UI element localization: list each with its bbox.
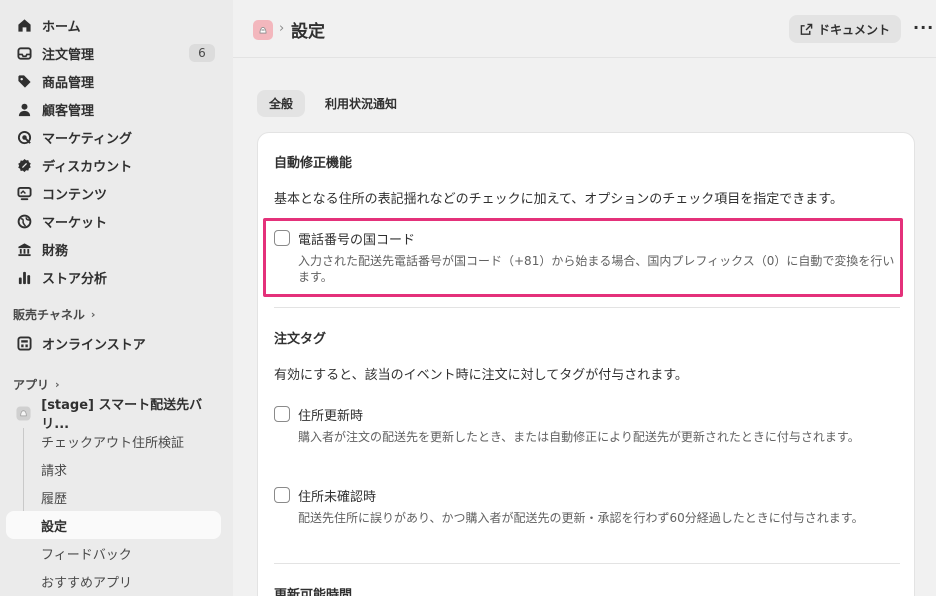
- nav-label: オンラインストア: [42, 337, 146, 353]
- bar-chart-icon: [16, 269, 32, 285]
- nav-label: 財務: [42, 243, 69, 259]
- nav-label: ディスカウント: [42, 159, 133, 175]
- nav-label: コンテンツ: [42, 187, 108, 203]
- external-link-icon: [800, 23, 813, 35]
- address-updated-label: 住所更新時: [298, 409, 364, 424]
- sub-item-label: チェックアウト住所検証: [41, 435, 185, 451]
- nav-label: 注文管理: [42, 47, 95, 63]
- annotation-highlight-box: [263, 218, 903, 297]
- address-unconfirmed-help: 配送先住所に誤りがあり、かつ購入者が配送先の更新・承認を行わず60分経過したとき…: [298, 511, 864, 525]
- more-actions-button[interactable]: ···: [913, 18, 934, 37]
- nav-item-home[interactable]: ホーム: [6, 11, 221, 39]
- orders-count-badge: 6: [189, 44, 215, 62]
- tag-icon: [16, 73, 32, 89]
- address-updated-help: 購入者が注文の配送先を更新したとき、または自動修正により配送先が更新されたときに…: [298, 430, 860, 444]
- nav-item-analytics[interactable]: ストア分析: [6, 263, 221, 291]
- tab-general[interactable]: 全般: [257, 90, 306, 117]
- nav-label: ホーム: [42, 19, 81, 35]
- nav-item-online-store[interactable]: オンラインストア: [6, 329, 221, 357]
- sales-channels-heading[interactable]: 販売チャネル ›: [13, 306, 95, 323]
- sub-item-settings[interactable]: 設定: [6, 511, 221, 539]
- sub-item-label: 請求: [41, 463, 68, 479]
- home-icon: [16, 17, 32, 33]
- sub-item-feedback[interactable]: フィードバック: [6, 539, 221, 567]
- sub-item-label: 設定: [41, 519, 68, 535]
- section-divider: [274, 307, 900, 308]
- chevron-right-icon: ›: [55, 378, 60, 391]
- nav-item-products[interactable]: 商品管理: [6, 67, 221, 95]
- apps-heading[interactable]: アプリ ›: [13, 376, 60, 393]
- sub-item-label: フィードバック: [41, 547, 132, 563]
- sub-item-recommended-apps[interactable]: おすすめアプリ: [6, 567, 221, 595]
- nav-item-markets[interactable]: マーケット: [6, 207, 221, 235]
- app-logo-icon: [16, 405, 31, 421]
- sub-item-billing[interactable]: 請求: [6, 455, 221, 483]
- store-icon: [16, 335, 32, 351]
- sidebar: ホーム 注文管理 6 商品管理 顧客管理 マーケティング ディスカウント コンテ…: [0, 0, 233, 596]
- breadcrumb-separator: ›: [279, 21, 285, 36]
- target-icon: [16, 129, 32, 145]
- globe-icon: [16, 213, 32, 229]
- tab-usage-notifications[interactable]: 利用状況通知: [313, 90, 409, 117]
- nav-label: ストア分析: [42, 271, 108, 287]
- app-logo-icon[interactable]: [253, 20, 273, 40]
- address-unconfirmed-checkbox[interactable]: [274, 487, 290, 503]
- chevron-right-icon: ›: [90, 308, 96, 321]
- address-unconfirmed-label: 住所未確認時: [298, 490, 377, 505]
- page-header: › 設定 ドキュメント ···: [233, 0, 936, 58]
- auto-fix-description: 基本となる住所の表記揺れなどのチェックに加えて、オプションのチェック項目を指定で…: [274, 192, 844, 207]
- nav-label: 商品管理: [42, 75, 95, 91]
- discount-icon: [16, 157, 32, 173]
- apps-label: アプリ: [13, 378, 50, 392]
- tab-label: 全般: [269, 97, 294, 111]
- person-icon: [16, 101, 32, 117]
- section-divider: [274, 563, 900, 564]
- nav-item-finance[interactable]: 財務: [6, 235, 221, 263]
- bank-icon: [16, 241, 32, 257]
- page-title: 設定: [291, 22, 325, 42]
- order-tags-description: 有効にすると、該当のイベント時に注文に対してタグが付与されます。: [274, 368, 688, 383]
- update-window-heading: 更新可能時間: [274, 588, 353, 596]
- sub-item-label: 履歴: [41, 491, 68, 507]
- sub-item-history[interactable]: 履歴: [6, 483, 221, 511]
- inbox-icon: [16, 45, 32, 61]
- address-updated-checkbox[interactable]: [274, 406, 290, 422]
- sub-item-checkout-validation[interactable]: チェックアウト住所検証: [6, 427, 221, 455]
- nav-item-discounts[interactable]: ディスカウント: [6, 151, 221, 179]
- sub-item-label: おすすめアプリ: [41, 575, 133, 591]
- nav-label: マーケット: [42, 215, 108, 231]
- documentation-button-label: ドキュメント: [817, 22, 890, 37]
- content-icon: [16, 185, 32, 201]
- nav-item-app[interactable]: [stage] スマート配送先バリ...: [6, 398, 221, 432]
- nav-label: 顧客管理: [42, 103, 95, 119]
- sales-channels-label: 販売チャネル: [13, 308, 85, 322]
- nav-item-marketing[interactable]: マーケティング: [6, 123, 221, 151]
- settings-card: 自動修正機能 基本となる住所の表記揺れなどのチェックに加えて、オプションのチェッ…: [257, 132, 915, 596]
- nav-label: マーケティング: [42, 131, 132, 147]
- tab-label: 利用状況通知: [325, 97, 398, 111]
- order-tags-heading: 注文タグ: [274, 332, 327, 347]
- documentation-button[interactable]: ドキュメント: [789, 15, 901, 43]
- nav-item-customers[interactable]: 顧客管理: [6, 95, 221, 123]
- nav-item-content[interactable]: コンテンツ: [6, 179, 221, 207]
- nav-item-orders[interactable]: 注文管理 6: [6, 39, 221, 67]
- auto-fix-heading: 自動修正機能: [274, 156, 353, 171]
